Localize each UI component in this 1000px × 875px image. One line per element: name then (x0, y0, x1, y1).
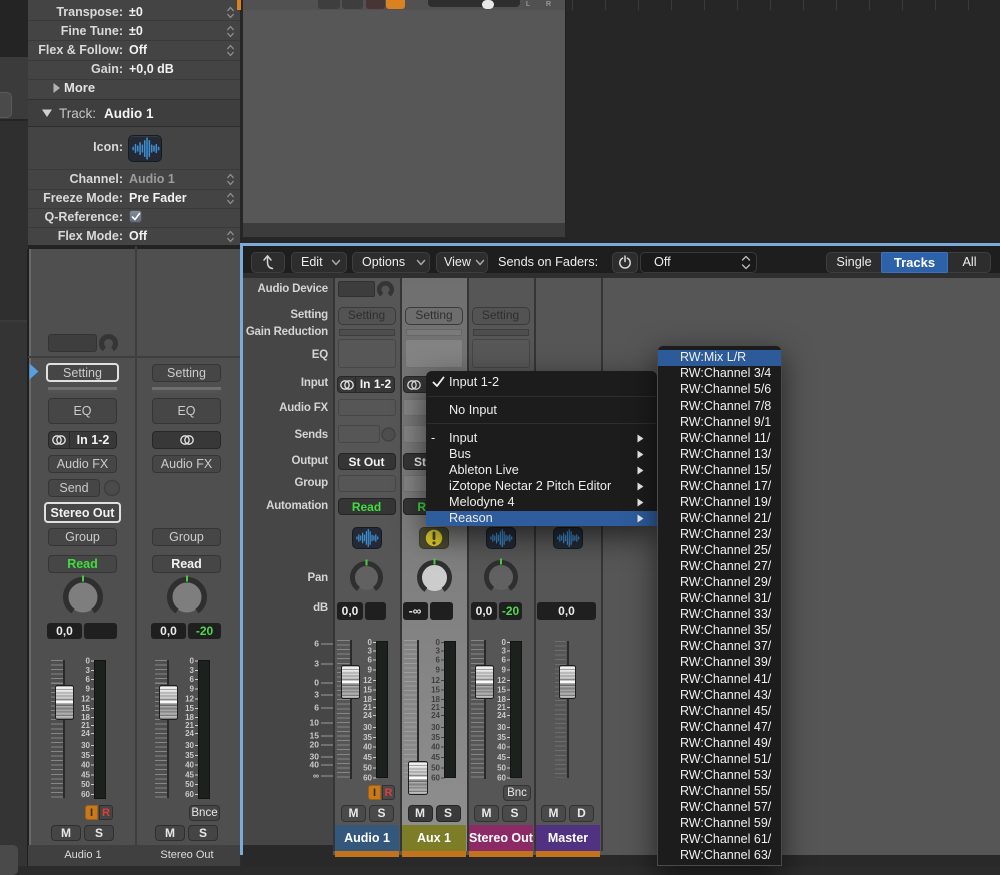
svg-text:0: 0 (314, 678, 319, 688)
svg-text:45: 45 (431, 753, 440, 762)
svg-text:35: 35 (363, 733, 372, 742)
svg-text:∞: ∞ (313, 771, 319, 781)
svg-text:35: 35 (185, 751, 194, 760)
svg-text:60: 60 (363, 774, 372, 783)
svg-text:9: 9 (502, 666, 507, 675)
svg-text:30: 30 (185, 741, 194, 750)
svg-text:6: 6 (368, 656, 373, 665)
svg-text:10: 10 (310, 718, 320, 728)
svg-text:3: 3 (314, 690, 319, 700)
svg-text:6: 6 (314, 639, 319, 649)
svg-text:30: 30 (81, 741, 90, 750)
svg-text:35: 35 (497, 733, 506, 742)
svg-text:24: 24 (431, 711, 440, 720)
svg-text:60: 60 (431, 774, 440, 783)
svg-text:9: 9 (189, 685, 194, 694)
svg-text:12: 12 (81, 695, 90, 704)
svg-text:24: 24 (185, 729, 194, 738)
svg-text:6: 6 (189, 675, 194, 684)
svg-text:40: 40 (363, 743, 372, 752)
svg-text:15: 15 (431, 686, 440, 695)
svg-text:24: 24 (363, 711, 372, 720)
svg-text:15: 15 (497, 686, 506, 695)
svg-text:35: 35 (81, 751, 90, 760)
svg-text:50: 50 (185, 780, 194, 789)
svg-text:6: 6 (85, 675, 90, 684)
svg-text:50: 50 (363, 764, 372, 773)
svg-text:15: 15 (185, 704, 194, 713)
svg-text:15: 15 (81, 704, 90, 713)
svg-text:12: 12 (497, 676, 506, 685)
svg-text:40: 40 (81, 761, 90, 770)
svg-text:15: 15 (363, 686, 372, 695)
svg-text:0: 0 (85, 657, 90, 666)
svg-text:50: 50 (431, 764, 440, 773)
svg-text:9: 9 (435, 666, 440, 675)
svg-text:45: 45 (81, 771, 90, 780)
svg-text:3: 3 (314, 659, 319, 669)
svg-text:12: 12 (431, 676, 440, 685)
svg-text:40: 40 (497, 743, 506, 752)
svg-text:60: 60 (185, 790, 194, 799)
svg-text:35: 35 (431, 733, 440, 742)
svg-text:6: 6 (435, 656, 440, 665)
svg-text:6: 6 (502, 656, 507, 665)
svg-text:24: 24 (81, 729, 90, 738)
svg-text:50: 50 (497, 764, 506, 773)
svg-text:20: 20 (310, 740, 320, 750)
svg-text:40: 40 (185, 761, 194, 770)
svg-text:3: 3 (189, 666, 194, 675)
svg-text:40: 40 (310, 760, 320, 770)
svg-text:24: 24 (497, 711, 506, 720)
svg-text:30: 30 (431, 723, 440, 732)
svg-text:30: 30 (497, 723, 506, 732)
svg-text:45: 45 (363, 753, 372, 762)
svg-text:60: 60 (497, 774, 506, 783)
svg-text:40: 40 (431, 743, 440, 752)
svg-text:12: 12 (363, 676, 372, 685)
svg-text:45: 45 (185, 771, 194, 780)
svg-text:45: 45 (497, 753, 506, 762)
svg-text:3: 3 (502, 647, 507, 656)
svg-text:12: 12 (185, 695, 194, 704)
svg-text:3: 3 (85, 666, 90, 675)
svg-text:9: 9 (85, 685, 90, 694)
svg-text:60: 60 (81, 790, 90, 799)
svg-text:50: 50 (81, 780, 90, 789)
svg-text:3: 3 (435, 647, 440, 656)
svg-text:0: 0 (189, 657, 194, 666)
svg-text:6: 6 (314, 703, 319, 713)
svg-text:9: 9 (368, 666, 373, 675)
svg-text:3: 3 (368, 647, 373, 656)
svg-text:30: 30 (363, 723, 372, 732)
